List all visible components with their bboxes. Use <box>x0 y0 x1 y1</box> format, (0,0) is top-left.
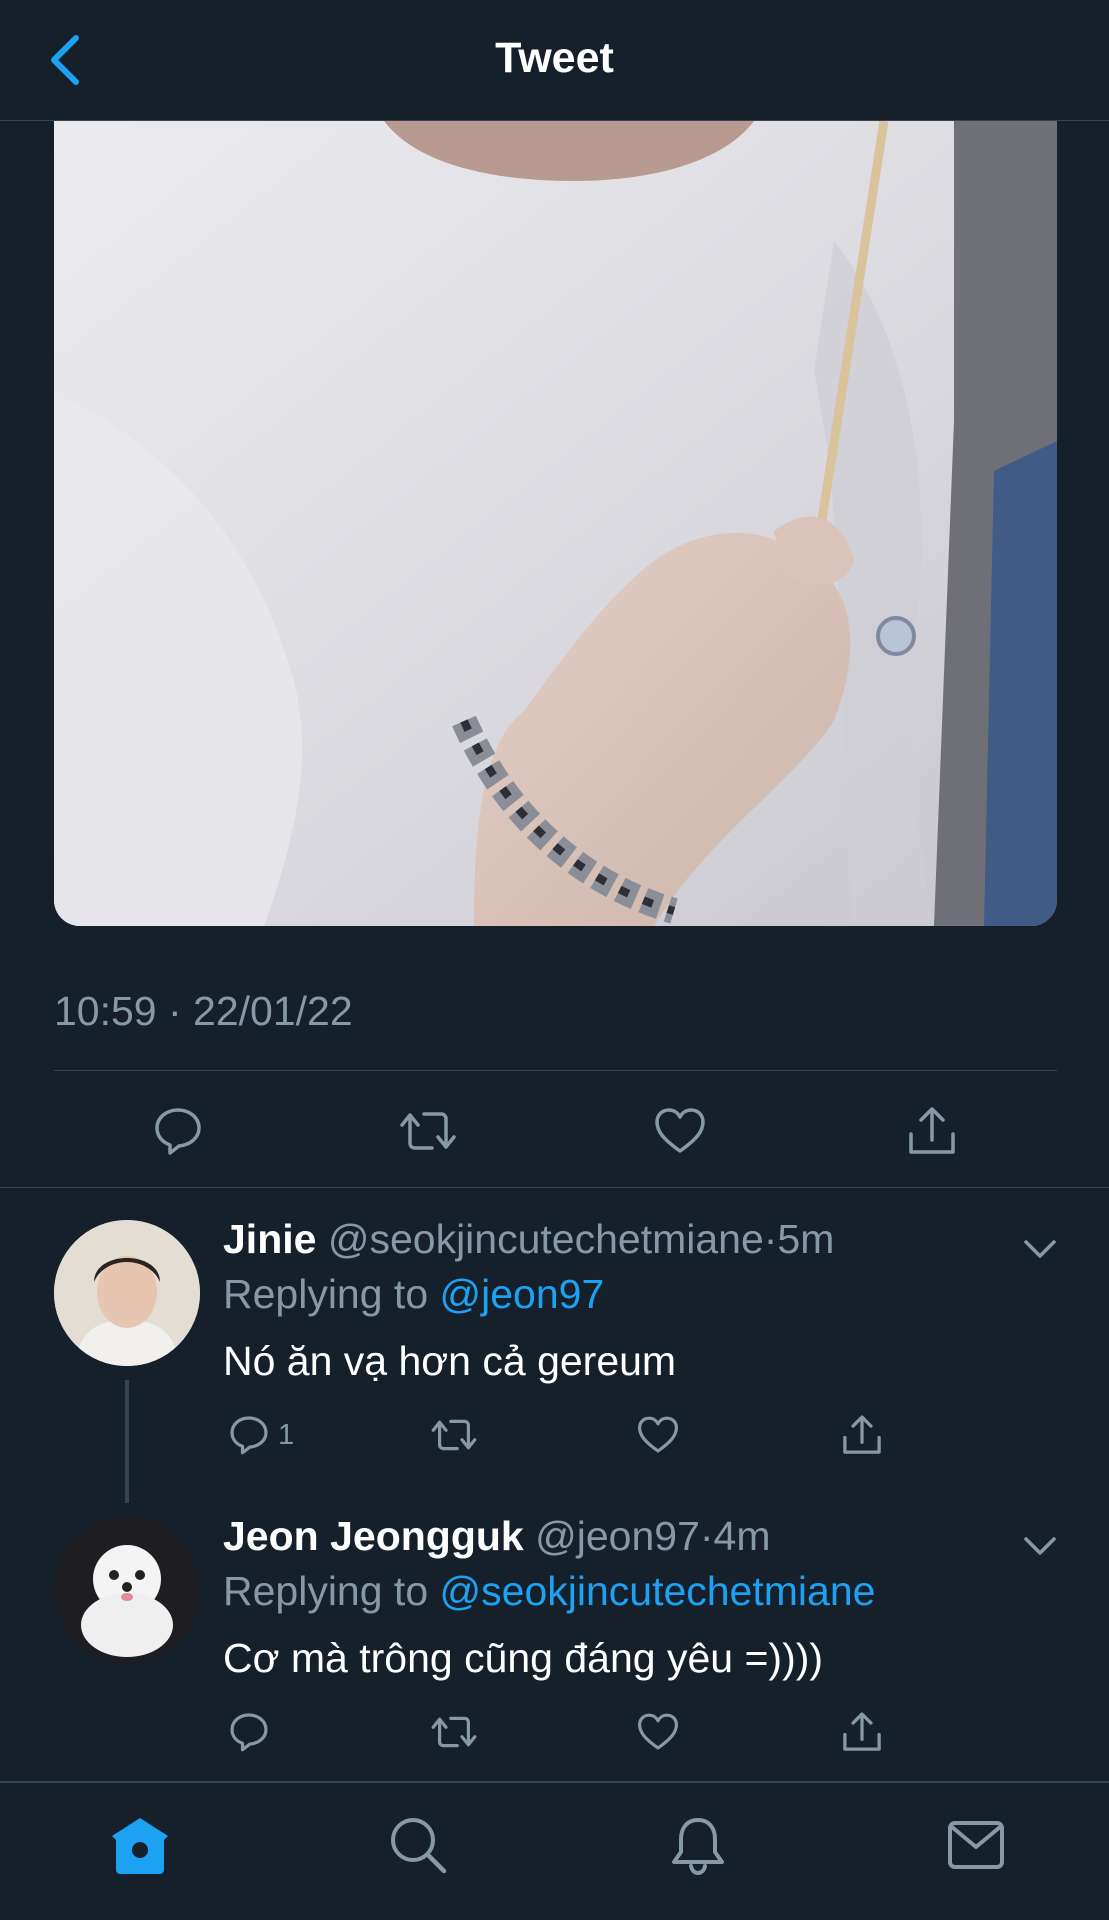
avatar-image <box>54 1220 200 1366</box>
mail-icon <box>948 1821 1004 1869</box>
reply-menu-button[interactable] <box>1022 1230 1058 1266</box>
bell-icon <box>672 1818 724 1876</box>
share-button[interactable] <box>840 1707 884 1757</box>
display-name[interactable]: Jeon Jeongguk <box>223 1513 524 1559</box>
retweet-button[interactable] <box>398 1101 458 1161</box>
replying-prefix: Replying to <box>223 1568 440 1614</box>
user-handle[interactable]: @jeon97 <box>535 1513 700 1559</box>
nav-search[interactable] <box>378 1805 458 1885</box>
avatar-image <box>54 1517 200 1663</box>
tweet-timestamp: 10:59 · 22/01/22 <box>54 988 353 1034</box>
tweet-photo[interactable] <box>54 121 1057 926</box>
like-button[interactable] <box>636 1707 680 1757</box>
retweet-icon <box>431 1716 477 1748</box>
page-title: Tweet <box>495 34 614 82</box>
nav-home[interactable] <box>100 1805 180 1885</box>
avatar[interactable] <box>54 1517 200 1663</box>
replying-to: Replying to @jeon97 <box>223 1271 604 1318</box>
chevron-down-icon <box>1024 1537 1056 1555</box>
reply-button[interactable] <box>148 1101 208 1161</box>
retweet-icon <box>431 1419 477 1451</box>
replying-prefix: Replying to <box>223 1271 440 1317</box>
photo-illustration <box>54 121 1057 926</box>
replying-to: Replying to @seokjincutechetmiane <box>223 1568 875 1615</box>
search-icon <box>391 1818 447 1874</box>
mention-link[interactable]: @seokjincutechetmiane <box>440 1568 876 1614</box>
dot-separator: · <box>763 1216 778 1262</box>
top-bar: Tweet <box>0 0 1109 121</box>
display-name[interactable]: Jinie <box>223 1216 316 1262</box>
bottom-nav <box>0 1783 1109 1920</box>
comment-icon <box>155 1108 201 1155</box>
retweet-button[interactable] <box>430 1707 478 1757</box>
reply-button[interactable]: 1 <box>228 1410 294 1460</box>
avatar[interactable] <box>54 1220 200 1366</box>
share-button[interactable] <box>840 1410 884 1460</box>
dot-separator: · <box>699 1513 714 1559</box>
share-icon <box>843 1415 881 1454</box>
heart-icon <box>638 1713 678 1750</box>
nav-notifications[interactable] <box>658 1805 738 1885</box>
nav-messages[interactable] <box>936 1805 1016 1885</box>
reply-time: 5m <box>777 1216 835 1262</box>
reply-time: 4m <box>713 1513 771 1559</box>
mention-link[interactable]: @jeon97 <box>440 1271 605 1317</box>
heart-icon <box>655 1108 705 1153</box>
tweet-action-bar <box>0 1071 1109 1187</box>
reply-header: Jeon Jeongguk @jeon97·4m <box>223 1513 771 1560</box>
comment-icon <box>230 1416 268 1455</box>
retweet-button[interactable] <box>430 1410 478 1460</box>
like-button[interactable] <box>636 1410 680 1460</box>
share-icon <box>843 1712 881 1751</box>
comment-icon <box>230 1713 268 1752</box>
retweet-icon <box>400 1112 456 1150</box>
reply-count: 1 <box>278 1418 295 1451</box>
reply-button[interactable] <box>228 1707 278 1757</box>
divider <box>0 1187 1109 1188</box>
like-button[interactable] <box>650 1101 710 1161</box>
share-button[interactable] <box>902 1101 962 1161</box>
home-icon <box>112 1818 168 1874</box>
reply-text: Nó ăn vạ hơn cả gereum <box>223 1338 677 1384</box>
reply-header: Jinie @seokjincutechetmiane·5m <box>223 1216 834 1263</box>
user-handle[interactable]: @seokjincutechetmiane <box>328 1216 764 1262</box>
chevron-down-icon <box>1024 1240 1056 1258</box>
heart-icon <box>638 1416 678 1453</box>
share-icon <box>909 1107 955 1154</box>
reply-text: Cơ mà trông cũng đáng yêu =)))) <box>223 1635 824 1681</box>
reply-menu-button[interactable] <box>1022 1527 1058 1563</box>
thread-line <box>125 1380 129 1503</box>
